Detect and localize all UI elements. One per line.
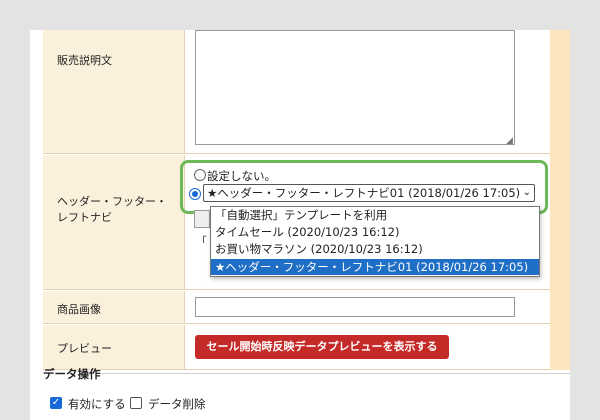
dropdown-option[interactable]: タイムセール (2020/10/23 16:12) (211, 224, 539, 240)
checkmark-icon: ✓ (51, 397, 61, 408)
preview-label: プレビュー (57, 342, 112, 355)
description-row: 販売説明文 ◢ (43, 30, 570, 154)
image-input[interactable] (195, 297, 515, 317)
dropdown-option[interactable]: 「自動選択」テンプレートを利用 (211, 207, 539, 223)
preview-button[interactable]: セール開始時反映データプレビューを表示する (195, 335, 449, 359)
description-label-cell: 販売説明文 (43, 30, 185, 153)
hidden-text: 「 (196, 235, 207, 248)
description-textarea[interactable] (195, 30, 515, 145)
header-footer-label-line2: レフトナビ (57, 211, 112, 224)
image-label: 商品画像 (57, 303, 101, 316)
delete-label: データ削除 (148, 397, 206, 411)
enable-label: 有効にする (68, 397, 126, 411)
header-footer-label-cell: ヘッダー・フッター・ レフトナビ (43, 155, 185, 289)
section-divider (100, 373, 570, 374)
radio-template[interactable] (189, 188, 201, 200)
settings-form-table: 販売説明文 ◢ ヘッダー・フッター・ レフトナビ 設定しない。 ★ヘッダー・フッ… (43, 30, 570, 370)
image-cell (186, 291, 548, 323)
radio-none-label: 設定しない。 (207, 169, 276, 183)
chevron-down-icon: ⌄ (522, 187, 531, 198)
resize-grip-icon[interactable]: ◢ (506, 136, 513, 146)
radio-none[interactable] (194, 169, 206, 181)
hidden-button[interactable] (194, 210, 210, 228)
preview-label-cell: プレビュー (43, 325, 185, 369)
dropdown-option[interactable]: お買い物マラソン (2020/10/23 16:12) (211, 241, 539, 257)
data-ops-title: データ操作 (43, 367, 101, 381)
template-select-value: ★ヘッダー・フッター・レフトナビ01 (2018/01/26 17:05) (207, 186, 521, 200)
template-select[interactable]: ★ヘッダー・フッター・レフトナビ01 (2018/01/26 17:05) ⌄ (203, 184, 535, 202)
delete-checkbox[interactable] (130, 397, 142, 409)
dropdown-option-selected[interactable]: ★ヘッダー・フッター・レフトナビ01 (2018/01/26 17:05) (211, 259, 539, 275)
description-label: 販売説明文 (57, 54, 112, 67)
template-dropdown-list: 「自動選択」テンプレートを利用 タイムセール (2020/10/23 16:12… (210, 206, 540, 277)
image-row: 商品画像 (43, 291, 570, 324)
right-stripe (550, 30, 570, 370)
header-footer-label-line1: ヘッダー・フッター・ (57, 195, 167, 208)
image-label-cell: 商品画像 (43, 291, 185, 323)
description-cell: ◢ (186, 30, 548, 153)
enable-checkbox[interactable]: ✓ (50, 397, 62, 409)
preview-row: プレビュー セール開始時反映データプレビューを表示する (43, 325, 570, 370)
preview-cell: セール開始時反映データプレビューを表示する (186, 325, 548, 369)
